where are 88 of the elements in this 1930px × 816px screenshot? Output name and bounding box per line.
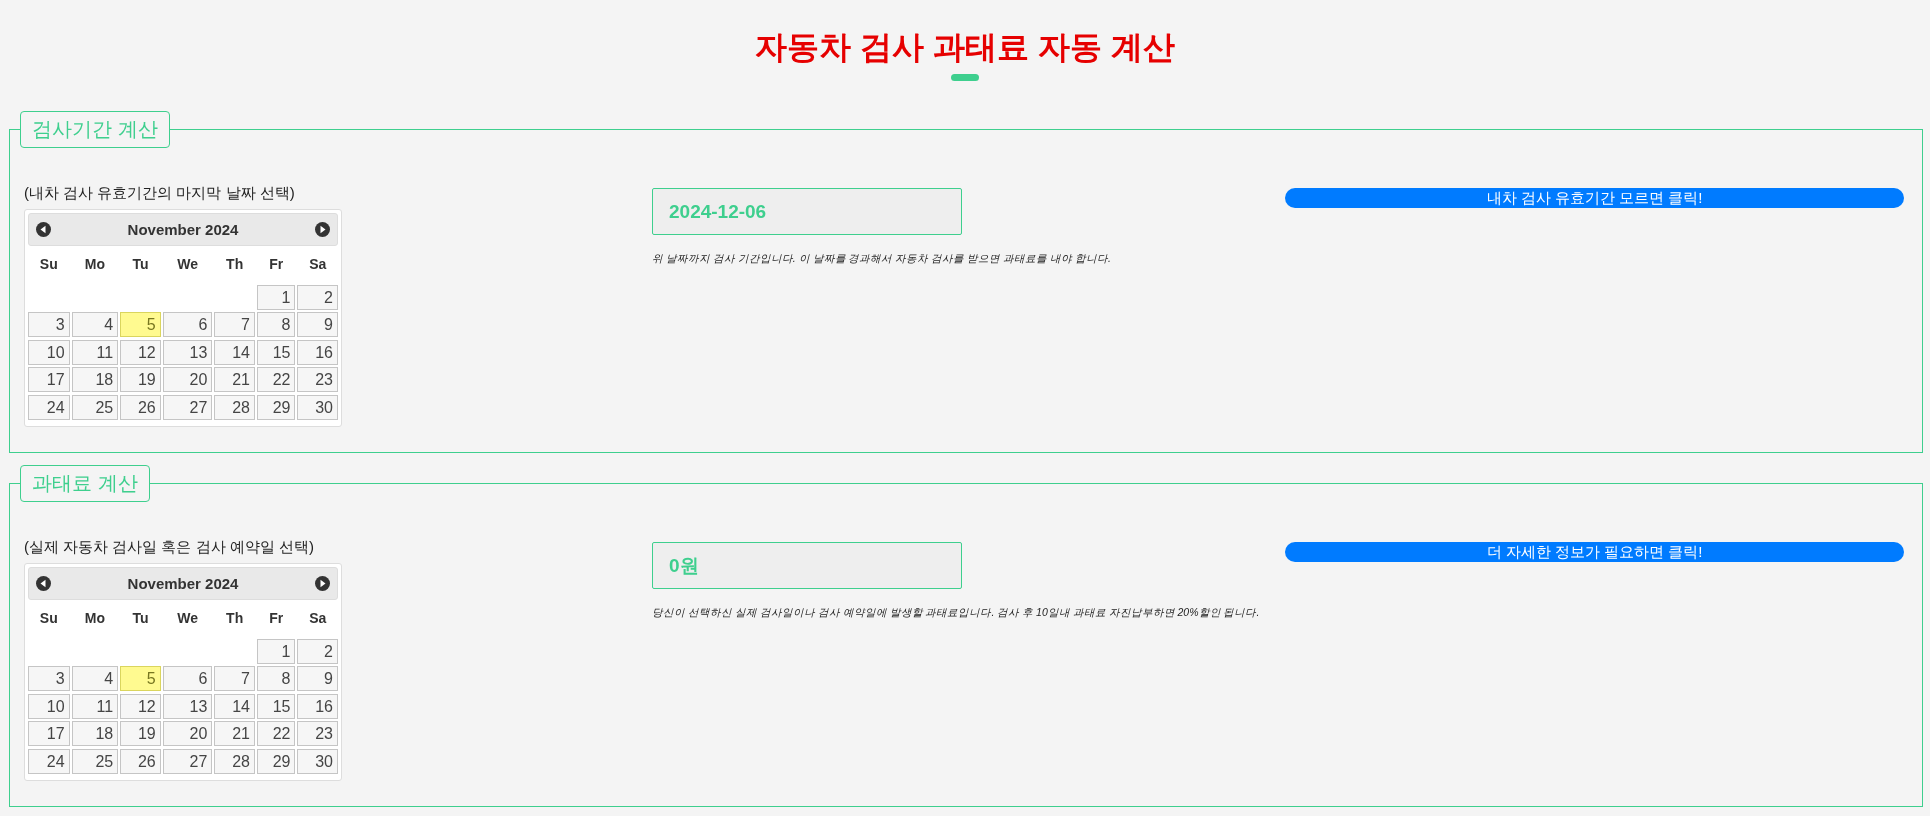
weekday-label: Th — [226, 255, 244, 273]
calendar-day[interactable]: 2 — [297, 284, 338, 310]
weekday-label: Tu — [132, 255, 149, 273]
calendar-day[interactable]: 16 — [297, 693, 338, 719]
calendar-day[interactable]: 23 — [297, 367, 338, 392]
calendar-day[interactable]: 28 — [214, 394, 255, 420]
calendar-day[interactable]: 11 — [71, 339, 119, 365]
calendar-day[interactable]: 2 — [297, 638, 338, 664]
weekday-label: Sa — [309, 609, 327, 627]
calendar-day[interactable]: 29 — [256, 394, 296, 420]
calendar-day[interactable]: 27 — [162, 394, 213, 420]
calendar-day[interactable]: 23 — [297, 721, 338, 746]
weekday-label: Th — [226, 609, 244, 627]
section-legend: 과태료 계산 — [20, 465, 150, 502]
weekday-label: We — [177, 255, 198, 273]
calendar-day[interactable]: 14 — [214, 339, 255, 365]
calendar-day[interactable]: 15 — [256, 693, 296, 719]
weekday-label: Su — [39, 255, 58, 273]
calendar-day[interactable]: 4 — [71, 312, 119, 337]
calendar-day[interactable]: 25 — [71, 394, 119, 420]
calendar-day[interactable]: 1 — [256, 284, 296, 310]
calendar-day[interactable]: 17 — [28, 367, 70, 392]
weekday-label: Tu — [132, 609, 149, 627]
calendar-day[interactable]: 25 — [71, 748, 119, 774]
calendar-day[interactable]: 21 — [214, 721, 255, 746]
calendar-day[interactable]: 26 — [120, 748, 161, 774]
calendar-day[interactable]: 24 — [28, 394, 70, 420]
date-prompt: (내차 검사 유효기간의 마지막 날짜 선택) — [24, 183, 295, 203]
calendar-day[interactable]: 30 — [297, 394, 338, 420]
section-legend: 검사기간 계산 — [20, 111, 170, 148]
calendar-day[interactable]: 11 — [71, 693, 119, 719]
calendar-day[interactable]: 6 — [162, 666, 213, 691]
month-title: November 2024 — [127, 221, 239, 238]
calendar-day[interactable]: 27 — [162, 748, 213, 774]
calendar-day[interactable]: 30 — [297, 748, 338, 774]
calendar-day[interactable]: 20 — [162, 721, 213, 746]
calendar-day[interactable]: 6 — [162, 312, 213, 337]
result-field: 0원 — [652, 542, 962, 589]
result-note: 당신이 선택하신 실제 검사일이나 검사 예약일에 발생할 과태료입니다. 검사 후 10일내 과태료 자진납부하면 20%할인 됩니다. — [652, 605, 1260, 619]
calendar-day[interactable]: 18 — [71, 367, 119, 392]
calendar-day[interactable]: 12 — [120, 693, 161, 719]
calendar-day[interactable]: 29 — [256, 748, 296, 774]
calendar-day[interactable]: 9 — [297, 666, 338, 691]
weekday-label: Su — [39, 609, 58, 627]
result-field: 2024-12-06 — [652, 188, 962, 235]
date-prompt: (실제 자동차 검사일 혹은 검사 예약일 선택) — [24, 537, 314, 557]
calendar-day[interactable]: 14 — [214, 693, 255, 719]
calendar-day[interactable]: 4 — [71, 666, 119, 691]
calendar-day[interactable]: 7 — [214, 666, 255, 691]
calendar-day[interactable]: 8 — [256, 312, 296, 337]
help-button[interactable]: 내차 검사 유효기간 모르면 클릭! — [1285, 188, 1904, 208]
calendar-day[interactable]: 28 — [214, 748, 255, 774]
page-title: 자동차 검사 과태료 자동 계산 — [755, 28, 1175, 67]
calendar-day[interactable]: 17 — [28, 721, 70, 746]
calendar-day[interactable]: 3 — [28, 312, 70, 337]
calendar-day[interactable]: 3 — [28, 666, 70, 691]
calendar-day[interactable]: 22 — [256, 721, 296, 746]
calendar-day[interactable]: 13 — [162, 339, 213, 365]
result-note: 위 날짜까지 검사 기간입니다. 이 날짜를 경과해서 자동차 검사를 받으면 과태료를 내야 합니다. — [652, 251, 1111, 265]
weekday-label: Mo — [84, 609, 105, 627]
calendar-day[interactable]: 10 — [28, 339, 70, 365]
calendar-day[interactable]: 12 — [120, 339, 161, 365]
month-title: November 2024 — [127, 575, 239, 592]
calendar-day[interactable]: 5 — [120, 312, 161, 337]
weekday-label: Mo — [84, 255, 105, 273]
weekday-label: Fr — [269, 609, 284, 627]
calendar-day[interactable]: 7 — [214, 312, 255, 337]
title-accent-bar — [951, 74, 979, 81]
weekday-label: Fr — [269, 255, 284, 273]
weekday-label: Sa — [309, 255, 327, 273]
weekday-label: We — [177, 609, 198, 627]
calendar-day[interactable]: 5 — [120, 666, 161, 691]
calendar-day[interactable]: 22 — [256, 367, 296, 392]
calendar-day[interactable]: 10 — [28, 693, 70, 719]
calendar-day[interactable]: 1 — [256, 638, 296, 664]
calendar-day[interactable]: 26 — [120, 394, 161, 420]
help-button[interactable]: 더 자세한 정보가 필요하면 클릭! — [1285, 542, 1904, 562]
calendar-day[interactable]: 19 — [120, 367, 161, 392]
calendar-day[interactable]: 19 — [120, 721, 161, 746]
calendar-day[interactable]: 8 — [256, 666, 296, 691]
calendar-day[interactable]: 21 — [214, 367, 255, 392]
calendar-day[interactable]: 20 — [162, 367, 213, 392]
calendar-day[interactable]: 13 — [162, 693, 213, 719]
calendar-day[interactable]: 15 — [256, 339, 296, 365]
calendar-day[interactable]: 24 — [28, 748, 70, 774]
calendar-day[interactable]: 16 — [297, 339, 338, 365]
calendar-day[interactable]: 9 — [297, 312, 338, 337]
calendar-day[interactable]: 18 — [71, 721, 119, 746]
